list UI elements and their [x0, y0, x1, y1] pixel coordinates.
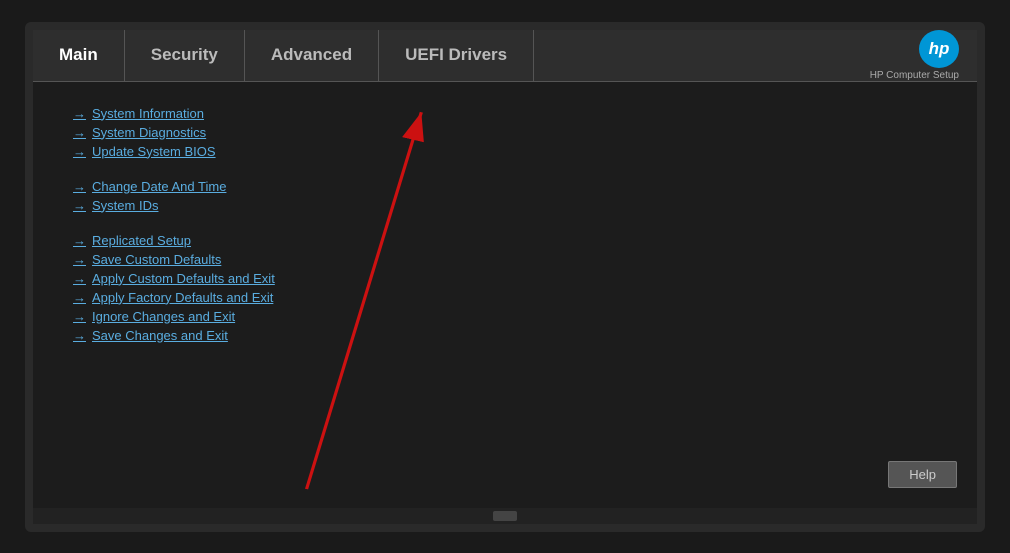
list-item[interactable]: → Save Changes and Exit	[73, 326, 937, 345]
hp-subtitle: HP Computer Setup	[870, 70, 959, 81]
screen: Main Security Advanced UEFI Drivers hp H…	[33, 30, 977, 508]
help-button[interactable]: Help	[888, 461, 957, 488]
list-item[interactable]: → System Diagnostics	[73, 123, 937, 142]
tab-security[interactable]: Security	[125, 30, 245, 81]
list-item[interactable]: → Update System BIOS	[73, 142, 937, 161]
content-area: → System Information → System Diagnostic…	[33, 82, 977, 508]
tab-advanced[interactable]: Advanced	[245, 30, 379, 81]
monitor-bottom	[33, 508, 977, 524]
list-item[interactable]: → Save Custom Defaults	[73, 250, 937, 269]
list-item[interactable]: → System Information	[73, 104, 937, 123]
list-item[interactable]: → Apply Custom Defaults and Exit	[73, 269, 937, 288]
tab-main[interactable]: Main	[33, 30, 125, 81]
list-item[interactable]: → Apply Factory Defaults and Exit	[73, 288, 937, 307]
hp-logo-bottom	[493, 511, 517, 521]
list-item[interactable]: → Ignore Changes and Exit	[73, 307, 937, 326]
list-item[interactable]: → System IDs	[73, 196, 937, 215]
monitor-frame: Main Security Advanced UEFI Drivers hp H…	[25, 22, 985, 532]
nav-bar: Main Security Advanced UEFI Drivers hp H…	[33, 30, 977, 82]
list-item[interactable]: → Replicated Setup	[73, 231, 937, 250]
list-item[interactable]: → Change Date And Time	[73, 177, 937, 196]
tab-uefi-drivers[interactable]: UEFI Drivers	[379, 30, 534, 81]
hp-branding: hp HP Computer Setup	[870, 30, 977, 81]
menu-section-3: → Replicated Setup → Save Custom Default…	[73, 231, 937, 345]
menu-section-2: → Change Date And Time → System IDs	[73, 177, 937, 215]
hp-logo: hp	[919, 30, 959, 68]
menu-section-1: → System Information → System Diagnostic…	[73, 104, 937, 161]
